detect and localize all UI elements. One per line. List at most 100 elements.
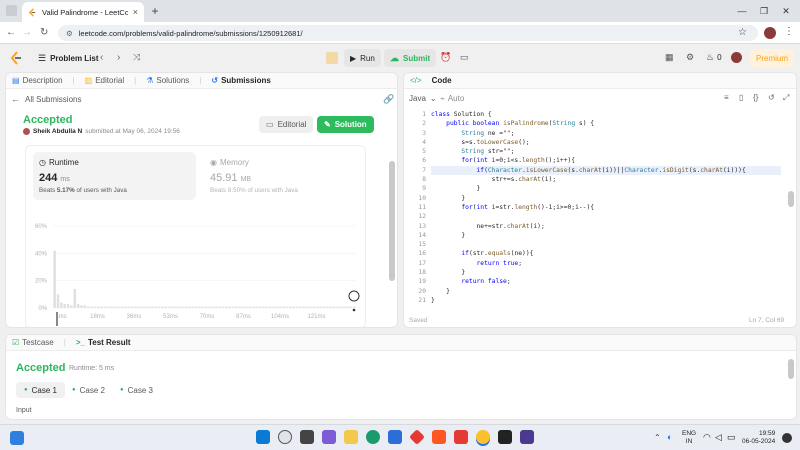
office-icon[interactable]	[409, 429, 425, 445]
chart-bar[interactable]	[342, 306, 346, 308]
volume-icon[interactable]: ◁	[715, 432, 722, 443]
chart-bar[interactable]	[248, 306, 252, 308]
chart-bar[interactable]	[215, 306, 218, 308]
chart-bar[interactable]	[326, 306, 329, 308]
code-editor[interactable]: class Solution { public boolean isPalind…	[431, 110, 781, 305]
chart-bar[interactable]	[329, 306, 332, 308]
editorial-button[interactable]: ▭ Editorial	[259, 116, 314, 133]
brave-icon[interactable]	[432, 430, 446, 444]
runtime-box[interactable]: ◷ Runtime 244 ms Beats 5.17% of users wi…	[33, 152, 196, 200]
timer-icon[interactable]: ⏰	[440, 52, 451, 63]
chart-bar[interactable]	[194, 306, 198, 308]
user-avatar[interactable]	[731, 52, 742, 63]
search-icon[interactable]	[278, 430, 292, 444]
chart-bar[interactable]	[228, 306, 231, 308]
chart-bar[interactable]	[302, 306, 305, 308]
chart-bar[interactable]	[339, 306, 343, 308]
chart-bar[interactable]	[332, 306, 336, 308]
chart-bar[interactable]	[70, 305, 73, 308]
chart-bar[interactable]	[265, 306, 268, 308]
chart-bar[interactable]	[322, 306, 326, 308]
chart-bar[interactable]	[218, 306, 221, 308]
chart-bar[interactable]	[117, 306, 120, 308]
shuffle-icon[interactable]: ⤨	[133, 52, 140, 63]
clock[interactable]: 19:59 06-05-2024	[742, 430, 775, 446]
chart-bar[interactable]	[177, 306, 181, 308]
window-close-icon[interactable]: ✕	[779, 4, 793, 18]
chart-bar[interactable]	[285, 306, 289, 308]
case-2-tab[interactable]: ● Case 2	[68, 382, 109, 398]
chart-bar[interactable]	[204, 306, 208, 308]
site-info-icon[interactable]: ⚙	[66, 29, 73, 38]
tray-app-icon[interactable]: ◐	[667, 432, 672, 442]
chart-bar[interactable]	[124, 306, 127, 308]
premium-button[interactable]: Premium	[750, 49, 795, 67]
format-icon[interactable]: ≡	[724, 93, 729, 102]
new-tab-icon[interactable]: +	[148, 3, 162, 19]
chart-bar[interactable]	[235, 306, 238, 308]
chart-bar[interactable]	[130, 306, 134, 308]
notes-icon[interactable]: ▭	[460, 52, 469, 63]
chart-bar[interactable]	[127, 306, 130, 308]
settings-gear-icon[interactable]: ⚙	[686, 52, 694, 63]
input-language[interactable]: ENG IN	[682, 430, 696, 446]
chart-bar[interactable]	[73, 288, 77, 308]
chart-bar[interactable]	[103, 306, 107, 308]
layout-icon[interactable]: ▦	[665, 52, 674, 63]
bookmark-star-icon[interactable]: ☆	[738, 27, 747, 38]
tab-test-result[interactable]: >_ Test Result	[76, 338, 131, 347]
restore-icon[interactable]: ❐	[757, 4, 771, 18]
task-view-icon[interactable]	[300, 430, 314, 444]
tab-solutions[interactable]: ⚗ Solutions	[146, 76, 189, 85]
back-icon[interactable]: ←	[6, 27, 16, 38]
forward-icon[interactable]: →	[22, 27, 32, 38]
file-explorer-icon[interactable]	[344, 430, 358, 444]
wifi-icon[interactable]: ◠	[703, 432, 711, 443]
debug-icon[interactable]	[326, 52, 338, 64]
chart-bar[interactable]	[181, 306, 184, 308]
chart-bar[interactable]	[157, 306, 161, 308]
chart-bar[interactable]	[252, 306, 255, 308]
tab-testcase[interactable]: ☑ Testcase	[12, 338, 54, 347]
reset-icon[interactable]: ↺	[768, 93, 775, 102]
chart-bar[interactable]	[238, 306, 242, 308]
tab-close-icon[interactable]: ×	[133, 7, 138, 17]
chart-bar[interactable]	[147, 306, 151, 308]
chart-bar[interactable]	[275, 306, 279, 308]
ide-icon[interactable]	[520, 430, 534, 444]
tab-submissions[interactable]: ↺ Submissions	[211, 76, 271, 85]
chart-bar[interactable]	[191, 306, 194, 308]
fullscreen-icon[interactable]: ⤢	[783, 93, 789, 103]
profile-avatar[interactable]	[764, 27, 776, 39]
reload-icon[interactable]: ↻	[40, 27, 48, 38]
auto-mode[interactable]: ⌁ Auto	[440, 94, 464, 103]
chart-bar[interactable]	[278, 306, 282, 308]
code-scrollbar[interactable]	[788, 191, 794, 207]
chart-bar[interactable]	[161, 306, 164, 308]
edge-browser-icon[interactable]	[366, 430, 380, 444]
chart-bar[interactable]	[319, 306, 322, 308]
streak-counter[interactable]: ♨ 0	[706, 52, 722, 63]
chart-bar[interactable]	[349, 306, 353, 308]
chart-bar[interactable]	[231, 306, 235, 308]
chart-bar[interactable]	[245, 306, 248, 308]
run-button[interactable]: ▶ Run	[344, 49, 381, 67]
chart-bar[interactable]	[353, 306, 356, 308]
chart-bar[interactable]	[114, 306, 117, 308]
your-submission-marker[interactable]	[348, 290, 360, 302]
tab-description[interactable]: ▤ Description	[12, 76, 63, 85]
chart-bar[interactable]	[63, 303, 66, 308]
tray-chevron-icon[interactable]: ⌃	[654, 433, 661, 442]
chart-bar[interactable]	[258, 306, 262, 308]
chart-bar[interactable]	[80, 305, 83, 308]
chart-bar[interactable]	[154, 306, 157, 308]
chat-icon[interactable]	[322, 430, 336, 444]
store-icon[interactable]	[388, 430, 402, 444]
all-submissions-link[interactable]: ← All Submissions	[11, 94, 81, 104]
chart-bar[interactable]	[87, 306, 90, 308]
tab-search-icon[interactable]	[6, 5, 17, 16]
chart-bar[interactable]	[134, 306, 137, 308]
chart-bar[interactable]	[97, 306, 100, 308]
language-select[interactable]: Java ⌄	[409, 94, 437, 103]
chart-bar[interactable]	[144, 306, 147, 308]
